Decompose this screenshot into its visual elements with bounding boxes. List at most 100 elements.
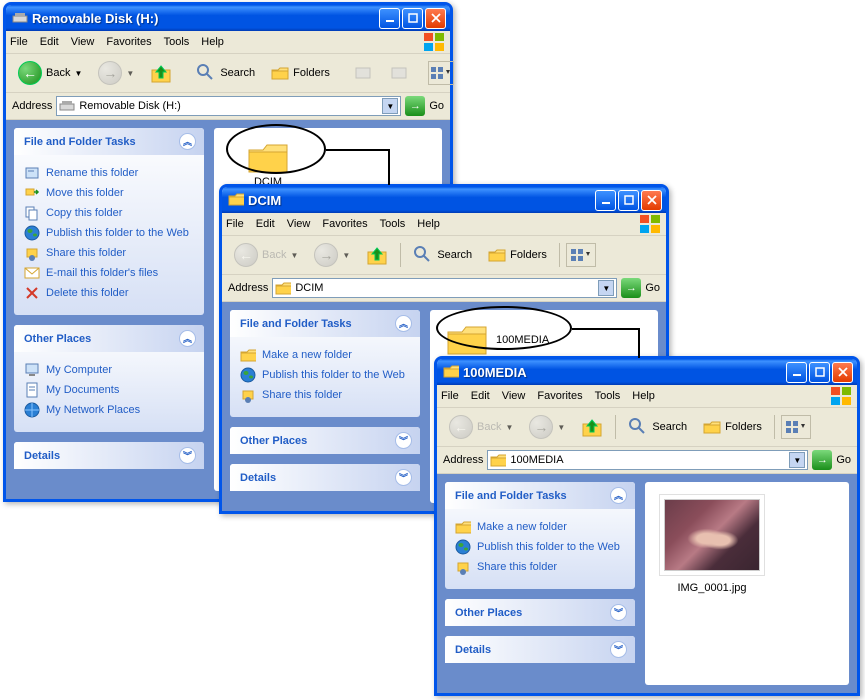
- back-button[interactable]: Back ▼: [443, 412, 519, 442]
- content-pane[interactable]: IMG_0001.jpg: [645, 482, 849, 685]
- task-publish[interactable]: Publish this folder to the Web: [24, 223, 194, 243]
- back-button[interactable]: Back ▼: [228, 240, 304, 270]
- menu-file[interactable]: File: [441, 390, 459, 402]
- up-folder-icon: [150, 62, 172, 84]
- close-button[interactable]: [425, 8, 446, 29]
- dropdown-arrow-icon[interactable]: ▼: [789, 452, 805, 468]
- sync2-button[interactable]: [384, 61, 416, 85]
- details-header[interactable]: Details ︾: [445, 636, 635, 663]
- menu-view[interactable]: View: [71, 36, 95, 48]
- dropdown-arrow-icon[interactable]: ▼: [382, 98, 398, 114]
- other-places-header[interactable]: Other Places ︾: [445, 599, 635, 626]
- search-button[interactable]: Search: [190, 60, 261, 86]
- menu-edit[interactable]: Edit: [256, 218, 275, 230]
- menu-favorites[interactable]: Favorites: [322, 218, 367, 230]
- menu-edit[interactable]: Edit: [40, 36, 59, 48]
- menu-favorites[interactable]: Favorites: [537, 390, 582, 402]
- menu-view[interactable]: View: [287, 218, 311, 230]
- task-copy[interactable]: Copy this folder: [24, 203, 194, 223]
- search-button[interactable]: Search: [407, 242, 478, 268]
- address-dropdown[interactable]: DCIM ▼: [272, 278, 617, 298]
- up-button[interactable]: [360, 241, 394, 269]
- task-delete[interactable]: Delete this folder: [24, 283, 194, 303]
- address-dropdown[interactable]: 100MEDIA ▼: [487, 450, 808, 470]
- forward-button[interactable]: ▼: [308, 240, 356, 270]
- task-new-folder[interactable]: Make a new folder: [240, 345, 410, 365]
- menu-tools[interactable]: Tools: [380, 218, 406, 230]
- minimize-button[interactable]: [786, 362, 807, 383]
- go-button[interactable]: →: [405, 96, 425, 116]
- forward-button[interactable]: ▼: [523, 412, 571, 442]
- folder-item-dcim[interactable]: DCIM: [238, 140, 298, 188]
- minimize-button[interactable]: [595, 190, 616, 211]
- task-rename[interactable]: Rename this folder: [24, 163, 194, 183]
- folders-button[interactable]: Folders: [482, 245, 553, 265]
- link-my-documents[interactable]: My Documents: [24, 380, 194, 400]
- sync-button[interactable]: [348, 61, 380, 85]
- other-places-panel: Other Places ︾: [445, 599, 635, 626]
- menu-edit[interactable]: Edit: [471, 390, 490, 402]
- task-email[interactable]: E-mail this folder's files: [24, 263, 194, 283]
- up-button[interactable]: [575, 413, 609, 441]
- other-places-header[interactable]: Other Places ︽: [14, 325, 204, 352]
- details-header[interactable]: Details ︾: [230, 464, 420, 491]
- maximize-button[interactable]: [809, 362, 830, 383]
- folder-item-100media[interactable]: 100MEDIA: [446, 322, 646, 356]
- image-thumbnail: [664, 499, 760, 571]
- task-share[interactable]: Share this folder: [24, 243, 194, 263]
- link-my-network[interactable]: My Network Places: [24, 400, 194, 420]
- chevron-up-icon: ︽: [179, 133, 196, 150]
- other-places-panel: Other Places ︾: [230, 427, 420, 454]
- tasks-panel-header[interactable]: File and Folder Tasks ︽: [230, 310, 420, 337]
- details-panel: Details ︾: [445, 636, 635, 663]
- task-publish[interactable]: Publish this folder to the Web: [455, 537, 625, 557]
- forward-button[interactable]: ▼: [92, 58, 140, 88]
- up-button[interactable]: [144, 59, 178, 87]
- windows-logo-icon: [640, 215, 662, 233]
- share-icon: [455, 559, 471, 575]
- go-button[interactable]: →: [812, 450, 832, 470]
- close-button[interactable]: [641, 190, 662, 211]
- menu-tools[interactable]: Tools: [595, 390, 621, 402]
- go-button[interactable]: →: [621, 278, 641, 298]
- menu-help[interactable]: Help: [201, 36, 224, 48]
- menu-help[interactable]: Help: [417, 218, 440, 230]
- menu-file[interactable]: File: [226, 218, 244, 230]
- folders-button[interactable]: Folders: [265, 63, 336, 83]
- back-button[interactable]: Back ▼: [12, 58, 88, 88]
- toolbar: Back ▼ ▼ Search Folders: [222, 236, 666, 275]
- views-button[interactable]: [428, 61, 454, 85]
- tasks-panel-body: Rename this folder Move this folder Copy…: [14, 155, 204, 315]
- back-arrow-icon: [449, 415, 473, 439]
- window-100media: 100MEDIA File Edit View Favorites Tools …: [434, 356, 860, 696]
- maximize-button[interactable]: [618, 190, 639, 211]
- close-button[interactable]: [832, 362, 853, 383]
- task-share[interactable]: Share this folder: [240, 385, 410, 405]
- task-move[interactable]: Move this folder: [24, 183, 194, 203]
- image-item[interactable]: IMG_0001.jpg: [657, 494, 767, 594]
- details-header[interactable]: Details ︾: [14, 442, 204, 469]
- menu-view[interactable]: View: [502, 390, 526, 402]
- task-share[interactable]: Share this folder: [455, 557, 625, 577]
- chevron-down-icon: ︾: [179, 447, 196, 464]
- minimize-button[interactable]: [379, 8, 400, 29]
- other-places-header[interactable]: Other Places ︾: [230, 427, 420, 454]
- views-button[interactable]: [566, 243, 596, 267]
- maximize-button[interactable]: [402, 8, 423, 29]
- tasks-panel-header[interactable]: File and Folder Tasks ︽: [445, 482, 635, 509]
- dropdown-arrow-icon[interactable]: ▼: [598, 280, 614, 296]
- folder-icon: [275, 281, 291, 295]
- address-dropdown[interactable]: Removable Disk (H:) ▼: [56, 96, 401, 116]
- tasks-panel-header[interactable]: File and Folder Tasks ︽: [14, 128, 204, 155]
- task-new-folder[interactable]: Make a new folder: [455, 517, 625, 537]
- menu-file[interactable]: File: [10, 36, 28, 48]
- task-label: Rename this folder: [46, 167, 138, 179]
- menu-help[interactable]: Help: [632, 390, 655, 402]
- views-button[interactable]: [781, 415, 811, 439]
- menu-favorites[interactable]: Favorites: [106, 36, 151, 48]
- search-button[interactable]: Search: [622, 414, 693, 440]
- task-publish[interactable]: Publish this folder to the Web: [240, 365, 410, 385]
- folders-button[interactable]: Folders: [697, 417, 768, 437]
- link-my-computer[interactable]: My Computer: [24, 360, 194, 380]
- menu-tools[interactable]: Tools: [164, 36, 190, 48]
